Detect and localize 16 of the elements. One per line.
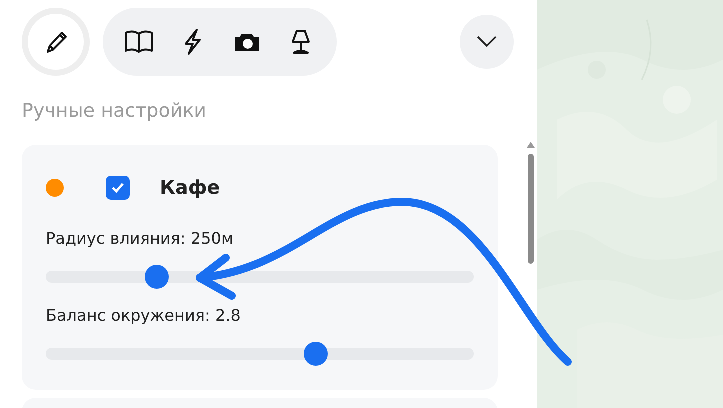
- chevron-down-icon: [477, 36, 497, 48]
- slider-label: Радиус влияния: 250м: [46, 229, 235, 248]
- book-icon: [124, 29, 154, 55]
- checkbox[interactable]: [106, 176, 130, 200]
- slider-track[interactable]: [46, 342, 474, 366]
- slider-label: Баланс окружения: 2.8: [46, 306, 242, 325]
- scroll-up-icon: [527, 142, 535, 148]
- lamp-icon: [289, 28, 313, 56]
- slider-thumb[interactable]: [304, 342, 328, 366]
- layer-name: Кафе: [160, 177, 220, 199]
- scrollbar-thumb[interactable]: [528, 154, 534, 264]
- section-title: Ручные настройки: [22, 100, 208, 122]
- lightning-icon: [182, 28, 204, 56]
- checkmark-icon: [111, 182, 125, 194]
- slider-track[interactable]: [46, 265, 474, 289]
- slider-thumb[interactable]: [145, 265, 170, 289]
